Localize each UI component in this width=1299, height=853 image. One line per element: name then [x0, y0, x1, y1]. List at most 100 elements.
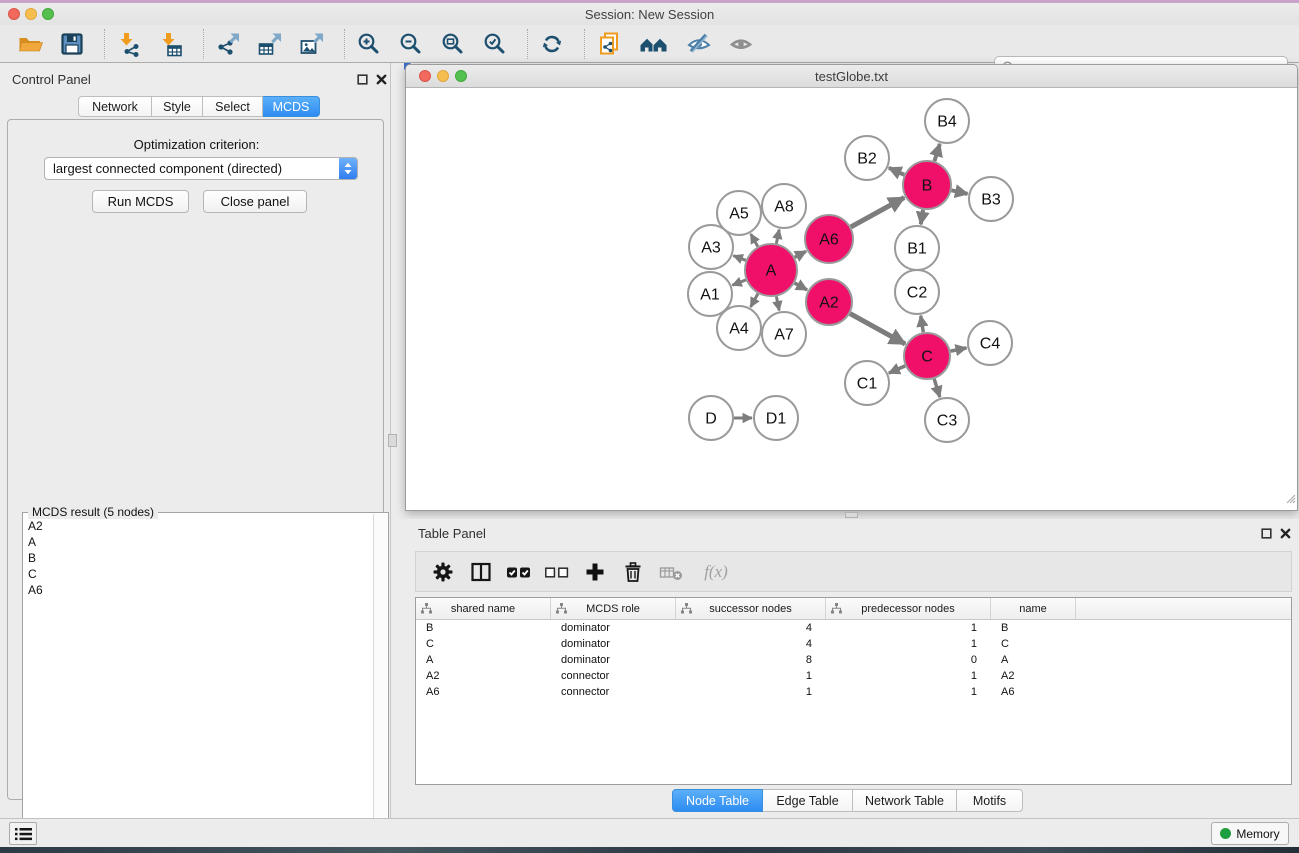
hide-graphics-icon[interactable]	[685, 30, 713, 58]
result-list-item[interactable]: B	[24, 550, 373, 566]
tab-network[interactable]: Network	[78, 96, 152, 117]
table-cell-filler	[1076, 652, 1291, 668]
mcds-tab-content: Optimization criterion: largest connecte…	[7, 119, 384, 800]
graph-edge-A6-B[interactable]	[851, 198, 904, 227]
import-network-icon[interactable]	[115, 30, 143, 58]
float-panel-icon[interactable]	[1260, 527, 1273, 540]
zoom-selected-icon[interactable]	[481, 30, 509, 58]
table-row[interactable]: Adominator80A	[416, 652, 1291, 668]
memory-button[interactable]: Memory	[1211, 822, 1289, 845]
table-cell-filler	[1076, 636, 1291, 652]
zoom-in-icon[interactable]	[355, 30, 383, 58]
result-list-scrollbar[interactable]	[373, 514, 387, 851]
column-header-mcds-role[interactable]: MCDS role	[551, 598, 676, 619]
float-panel-icon[interactable]	[356, 73, 369, 86]
tab-mcds[interactable]: MCDS	[263, 96, 320, 117]
export-table-icon[interactable]	[256, 30, 284, 58]
column-header-filler	[1076, 598, 1291, 619]
table-row[interactable]: Bdominator41B	[416, 620, 1291, 636]
zoom-out-icon[interactable]	[397, 30, 425, 58]
graph-edge-A-A4[interactable]	[751, 294, 758, 307]
horizontal-splitter-handle[interactable]	[845, 512, 858, 518]
tree-icon	[556, 603, 567, 617]
delete-icon[interactable]	[618, 559, 648, 585]
export-network-icon[interactable]	[214, 30, 242, 58]
function-builder-icon[interactable]: f(x)	[694, 559, 738, 585]
graph-edge-C-C4[interactable]	[951, 348, 967, 351]
import-table-icon[interactable]	[157, 30, 185, 58]
deselect-all-icon[interactable]	[542, 559, 572, 585]
save-icon[interactable]	[58, 30, 86, 58]
select-all-icon[interactable]	[504, 559, 534, 585]
graph-edge-A-A7[interactable]	[776, 296, 779, 310]
tab-select[interactable]: Select	[203, 96, 263, 117]
graph-edge-B-B2[interactable]	[889, 168, 904, 175]
graph-edge-A-A2[interactable]	[795, 283, 807, 290]
table-cell: dominator	[551, 652, 676, 668]
graph-edge-A-A6[interactable]	[795, 251, 806, 257]
delete-table-icon[interactable]	[656, 559, 686, 585]
clone-network-icon[interactable]	[595, 30, 623, 58]
refresh-icon[interactable]	[538, 30, 566, 58]
home-icon[interactable]	[637, 30, 671, 58]
column-header-name[interactable]: name	[991, 598, 1076, 619]
mcds-result-box: MCDS result (5 nodes) A2ABCA6	[22, 512, 389, 853]
table-row[interactable]: Cdominator41C	[416, 636, 1291, 652]
graph-edge-C-C2[interactable]	[921, 316, 924, 333]
tab-network-table[interactable]: Network Table	[853, 789, 957, 812]
zoom-fit-icon[interactable]	[439, 30, 467, 58]
network-canvas[interactable]: AA1A2A3A4A5A6A7A8BB1B2B3B4CC1C2C3C4DD1	[406, 88, 1297, 510]
tab-node-table[interactable]: Node Table	[672, 789, 763, 812]
column-header-predecessor-nodes[interactable]: predecessor nodes	[826, 598, 991, 619]
tab-style[interactable]: Style	[152, 96, 203, 117]
table-cell: A	[991, 652, 1076, 668]
gear-icon[interactable]	[428, 559, 458, 585]
task-history-button[interactable]	[9, 822, 37, 845]
vertical-splitter-handle[interactable]	[388, 434, 397, 447]
graph-edge-C-C3[interactable]	[934, 379, 940, 397]
graph-edge-B-B1[interactable]	[921, 210, 923, 225]
graph-edge-A-A8[interactable]	[776, 230, 779, 244]
run-mcds-button[interactable]: Run MCDS	[92, 190, 189, 213]
close-panel-icon[interactable]	[375, 73, 388, 86]
table-cell: 1	[826, 620, 991, 636]
graph-edge-A-A1[interactable]	[732, 280, 746, 285]
table-row[interactable]: A6connector11A6	[416, 684, 1291, 700]
export-image-icon[interactable]	[298, 30, 326, 58]
table-row[interactable]: A2connector11A2	[416, 668, 1291, 684]
open-folder-icon[interactable]	[16, 30, 44, 58]
table-cell: B	[416, 620, 551, 636]
tab-motifs[interactable]: Motifs	[957, 789, 1023, 812]
result-list-item[interactable]: A2	[24, 518, 373, 534]
graph-edge-B-B4[interactable]	[934, 144, 939, 161]
graph-edge-A-A5[interactable]	[751, 234, 758, 247]
eye-icon[interactable]	[727, 30, 755, 58]
add-column-icon[interactable]	[580, 559, 610, 585]
node-table: shared name MCDS role successor nodes pr…	[415, 597, 1292, 785]
graph-node-label-D: D	[705, 411, 717, 428]
table-body: Bdominator41BCdominator41CAdominator80AA…	[416, 620, 1291, 700]
dropdown-selected-value: largest connected component (directed)	[45, 161, 339, 176]
tab-edge-table[interactable]: Edge Table	[763, 789, 853, 812]
graph-node-label-A: A	[766, 263, 777, 280]
graph-edge-A2-C[interactable]	[850, 314, 905, 344]
toolbar-separator	[104, 29, 105, 59]
optimization-criterion-select[interactable]: largest connected component (directed)	[44, 157, 358, 180]
table-cell-filler	[1076, 684, 1291, 700]
result-list-item[interactable]: A	[24, 534, 373, 550]
close-panel-icon[interactable]	[1279, 527, 1292, 540]
result-list-item[interactable]: C	[24, 566, 373, 582]
network-window-titlebar[interactable]: testGlobe.txt	[406, 65, 1297, 88]
graph-edge-B-B3[interactable]	[951, 190, 967, 194]
resize-grip-icon[interactable]	[1283, 491, 1296, 509]
column-header-successor-nodes[interactable]: successor nodes	[676, 598, 826, 619]
result-list-item[interactable]: A6	[24, 582, 373, 598]
close-panel-button[interactable]: Close panel	[203, 190, 307, 213]
mcds-result-list[interactable]: A2ABCA6	[24, 518, 373, 851]
table-panel-tabs: Node Table Edge Table Network Table Moti…	[672, 789, 1023, 810]
column-header-shared-name[interactable]: shared name	[416, 598, 551, 619]
graph-edge-A-A3[interactable]	[733, 256, 745, 261]
split-columns-icon[interactable]	[466, 559, 496, 585]
graph-edge-C-C1[interactable]	[889, 366, 905, 373]
graph-node-label-B1: B1	[907, 241, 927, 258]
